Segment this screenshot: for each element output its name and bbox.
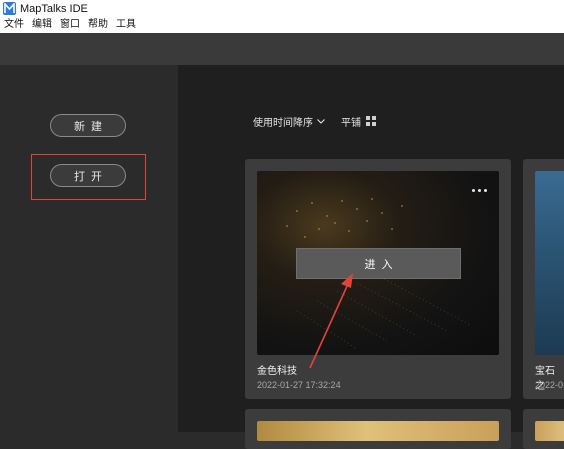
menu-help[interactable]: 帮助 xyxy=(88,18,108,32)
project-date: 2022-01-27 17:32:24 xyxy=(257,380,341,390)
open-button-highlight xyxy=(31,154,146,200)
grid-view-icon[interactable] xyxy=(366,116,376,126)
more-options-icon[interactable] xyxy=(472,189,487,192)
enter-project-button[interactable]: 进入 xyxy=(296,248,461,279)
view-mode-label[interactable]: 平铺 xyxy=(341,114,361,129)
project-thumbnail xyxy=(535,421,564,441)
top-toolbar xyxy=(0,33,564,65)
window-title: MapTalks IDE xyxy=(20,2,88,15)
menu-window[interactable]: 窗口 xyxy=(60,18,80,32)
new-project-button[interactable]: 新建 xyxy=(50,114,126,137)
title-bar: MapTalks IDE xyxy=(0,0,564,17)
project-date: 2022-0 xyxy=(535,380,564,390)
menu-tools[interactable]: 工具 xyxy=(116,18,136,32)
maptalks-logo-icon xyxy=(3,2,16,15)
project-title: 金色科技 xyxy=(257,366,297,377)
menu-edit[interactable]: 编辑 xyxy=(32,18,52,32)
sort-toolbar: 使用时间降序 平铺 xyxy=(253,113,376,129)
project-thumbnail xyxy=(535,171,564,355)
project-thumbnail xyxy=(257,421,499,441)
menu-file[interactable]: 文件 xyxy=(4,18,24,32)
sort-dropdown[interactable]: 使用时间降序 xyxy=(253,114,313,129)
chevron-down-icon[interactable] xyxy=(317,117,325,125)
menu-bar: 文件 编辑 窗口 帮助 工具 xyxy=(0,17,564,33)
